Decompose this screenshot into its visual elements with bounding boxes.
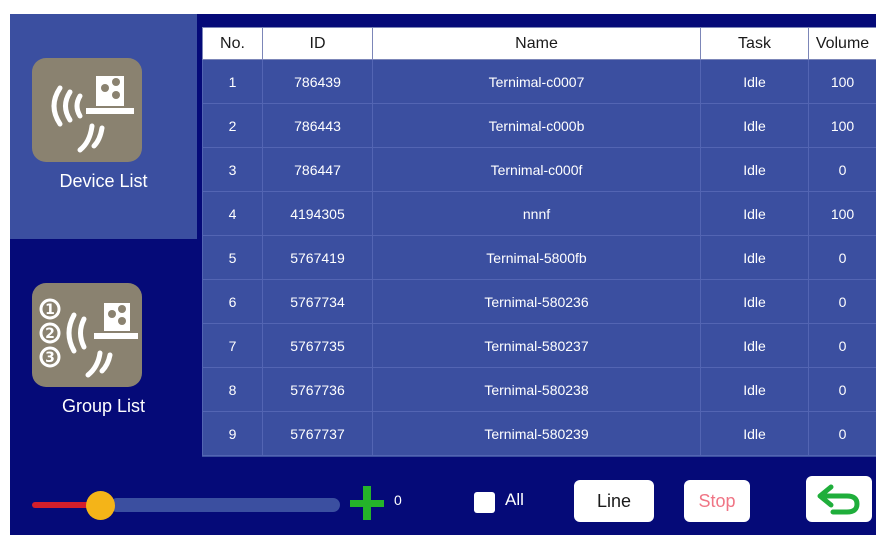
cell-id: 786447 xyxy=(262,147,373,192)
cell-no: 1 xyxy=(202,59,263,104)
cell-volume: 0 xyxy=(808,367,876,412)
device-list-button[interactable]: Device List xyxy=(10,14,197,239)
table-row[interactable]: 3 786447 Ternimal-c000f Idle 0 xyxy=(202,147,876,192)
header-name[interactable]: Name xyxy=(372,27,701,60)
cell-name: Ternimal-580238 xyxy=(372,367,701,412)
cell-volume: 100 xyxy=(808,103,876,148)
cell-volume: 0 xyxy=(808,147,876,192)
cell-name: nnnf xyxy=(372,191,701,236)
cell-id: 5767737 xyxy=(262,411,373,456)
cell-no: 8 xyxy=(202,367,263,412)
return-arrow-icon xyxy=(817,484,860,515)
cell-id: 5767419 xyxy=(262,235,373,280)
volume-slider-track[interactable] xyxy=(110,498,340,512)
table-row[interactable]: 9 5767737 Ternimal-580239 Idle 0 xyxy=(202,411,876,456)
cell-volume: 0 xyxy=(808,323,876,368)
stop-button[interactable]: Stop xyxy=(684,480,750,522)
cell-id: 786443 xyxy=(262,103,373,148)
select-all-label: All xyxy=(505,490,524,509)
cell-name: Ternimal-580236 xyxy=(372,279,701,324)
group-list-label: Group List xyxy=(61,396,146,416)
header-no[interactable]: No. xyxy=(202,27,263,60)
cell-task: Idle xyxy=(700,279,809,324)
volume-value: 0 xyxy=(394,492,402,508)
cell-name: Ternimal-580237 xyxy=(372,323,701,368)
cell-name: Ternimal-c0007 xyxy=(372,59,701,104)
cell-name: Ternimal-5800fb xyxy=(372,235,701,280)
table-header-row: No. ID Name Task Volume xyxy=(202,27,876,60)
table-row[interactable]: 8 5767736 Ternimal-580238 Idle 0 xyxy=(202,367,876,412)
cell-no: 2 xyxy=(202,103,263,148)
line-button[interactable]: Line xyxy=(574,480,654,522)
header-volume[interactable]: Volume xyxy=(808,27,876,60)
table-row[interactable]: 1 786439 Ternimal-c0007 Idle 100 xyxy=(202,59,876,104)
cell-id: 786439 xyxy=(262,59,373,104)
svg-text:2: 2 xyxy=(45,326,55,342)
cell-no: 7 xyxy=(202,323,263,368)
select-all-checkbox[interactable] xyxy=(474,492,495,513)
volume-slider-handle[interactable] xyxy=(86,491,115,520)
cell-name: Ternimal-c000f xyxy=(372,147,701,192)
cell-volume: 100 xyxy=(808,191,876,236)
cell-id: 5767734 xyxy=(262,279,373,324)
device-list-label: Device List xyxy=(59,171,148,191)
table-row[interactable]: 4 4194305 nnnf Idle 100 xyxy=(202,191,876,236)
header-id[interactable]: ID xyxy=(262,27,373,60)
cell-name: Ternimal-580239 xyxy=(372,411,701,456)
cell-name: Ternimal-c000b xyxy=(372,103,701,148)
cell-no: 6 xyxy=(202,279,263,324)
cell-task: Idle xyxy=(700,191,809,236)
back-button[interactable] xyxy=(806,476,872,522)
svg-text:1: 1 xyxy=(45,302,55,318)
cell-task: Idle xyxy=(700,323,809,368)
cell-id: 5767736 xyxy=(262,367,373,412)
cell-id: 5767735 xyxy=(262,323,373,368)
cell-task: Idle xyxy=(700,235,809,280)
cell-volume: 0 xyxy=(808,411,876,456)
table-row[interactable]: 2 786443 Ternimal-c000b Idle 100 xyxy=(202,103,876,148)
table-row[interactable]: 5 5767419 Ternimal-5800fb Idle 0 xyxy=(202,235,876,280)
device-list-icon xyxy=(32,58,142,162)
cell-task: Idle xyxy=(700,367,809,412)
cell-volume: 0 xyxy=(808,279,876,324)
cell-no: 3 xyxy=(202,147,263,192)
cell-task: Idle xyxy=(700,103,809,148)
cell-task: Idle xyxy=(700,411,809,456)
plus-vertical xyxy=(363,486,371,520)
control-bar: 0 All Line Stop xyxy=(10,462,876,535)
device-table: No. ID Name Task Volume 1 786439 Ternima… xyxy=(202,27,876,457)
header-task[interactable]: Task xyxy=(700,27,809,60)
cell-task: Idle xyxy=(700,147,809,192)
cell-task: Idle xyxy=(700,59,809,104)
cell-volume: 0 xyxy=(808,235,876,280)
cell-id: 4194305 xyxy=(262,191,373,236)
cell-no: 4 xyxy=(202,191,263,236)
table-row[interactable]: 7 5767735 Ternimal-580237 Idle 0 xyxy=(202,323,876,368)
group-list-icon: 1 2 3 xyxy=(32,283,142,387)
cell-no: 9 xyxy=(202,411,263,456)
group-list-button[interactable]: 1 2 3 Group List xyxy=(10,239,197,459)
table-row[interactable]: 6 5767734 Ternimal-580236 Idle 0 xyxy=(202,279,876,324)
cell-no: 5 xyxy=(202,235,263,280)
cell-volume: 100 xyxy=(808,59,876,104)
svg-text:3: 3 xyxy=(45,350,55,366)
